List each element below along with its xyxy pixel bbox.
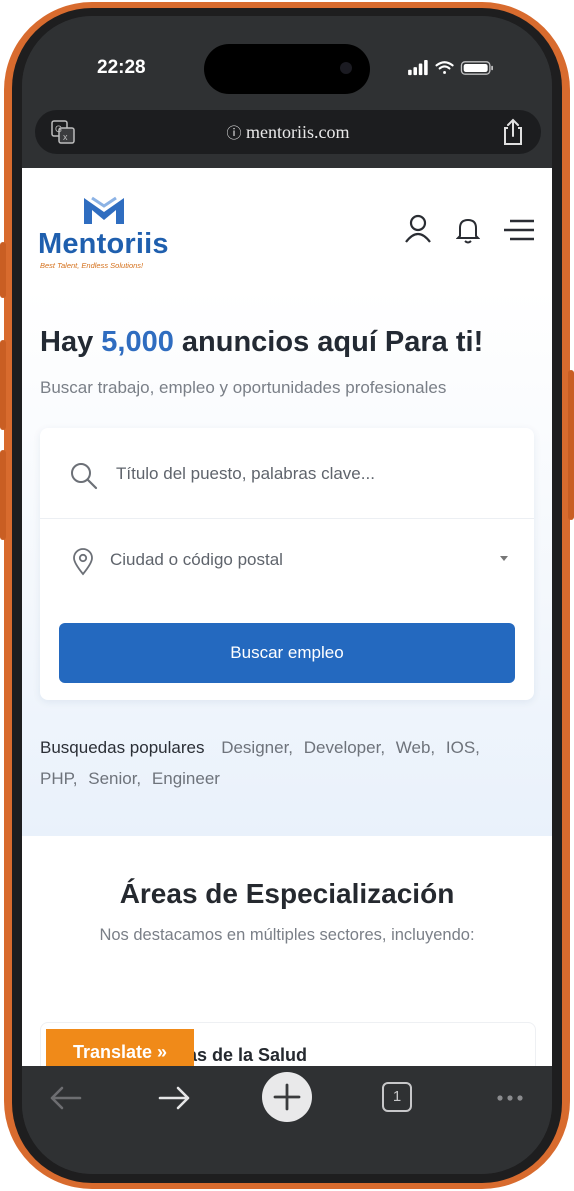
popular-tag[interactable]: IOS, xyxy=(446,738,480,757)
camera-icon xyxy=(340,62,352,74)
forward-arrow-icon[interactable] xyxy=(158,1086,192,1110)
bell-icon[interactable] xyxy=(456,216,480,244)
translate-button[interactable]: Translate » xyxy=(46,1029,194,1066)
url-text[interactable]: ⓘ mentoriis.com xyxy=(35,122,541,143)
hero-subtitle: Buscar trabajo, empleo y oportunidades p… xyxy=(40,378,447,397)
hero-title: Hay 5,000 anuncios aquí Para ti! xyxy=(40,326,483,359)
popular-searches: Busquedas populares Designer, Developer,… xyxy=(40,732,532,794)
plus-icon xyxy=(273,1083,301,1111)
signal-icon xyxy=(408,60,428,76)
status-icons xyxy=(408,60,493,76)
power-button xyxy=(568,370,574,520)
volume-up-button xyxy=(0,340,6,430)
popular-searches-label: Busquedas populares xyxy=(40,738,205,757)
specialization-card-title: as de la Salud xyxy=(187,1045,308,1065)
share-icon[interactable] xyxy=(501,118,525,146)
popular-tag[interactable]: Web, xyxy=(396,738,435,757)
new-tab-button[interactable] xyxy=(262,1072,312,1122)
menu-icon[interactable] xyxy=(504,218,536,242)
popular-tag[interactable]: Senior, xyxy=(88,769,141,788)
battery-icon xyxy=(460,61,493,75)
screen: 22:28 G x ⓘ mentoriis.com Mentoriis Best… xyxy=(22,16,552,1174)
user-icon[interactable] xyxy=(404,214,432,244)
address-bar[interactable]: G x ⓘ mentoriis.com xyxy=(35,110,541,154)
search-jobs-button[interactable]: Buscar empleo xyxy=(59,623,515,683)
popular-tag[interactable]: Developer, xyxy=(304,738,385,757)
keyword-placeholder: Título del puesto, palabras clave... xyxy=(116,464,375,483)
location-select[interactable]: Ciudad o código postal xyxy=(40,518,534,604)
areas-title: Áreas de Especialización xyxy=(119,878,455,909)
job-search-form: Título del puesto, palabras clave... Ciu… xyxy=(40,428,534,700)
browser-toolbar: 1 xyxy=(22,1066,552,1174)
hero-title-suffix: anuncios aquí Para ti! xyxy=(173,326,484,358)
url-label: mentoriis.com xyxy=(246,122,350,142)
web-content: Mentoriis Best Talent, Endless Solutions… xyxy=(22,168,552,1066)
search-icon xyxy=(71,463,98,490)
more-options-icon[interactable] xyxy=(496,1094,524,1102)
site-header: Mentoriis Best Talent, Endless Solutions… xyxy=(22,168,552,288)
chevron-down-icon xyxy=(500,556,508,561)
status-bar: 22:28 xyxy=(22,16,552,108)
status-time: 22:28 xyxy=(97,57,146,78)
location-value: Ciudad o código postal xyxy=(110,550,283,569)
back-arrow-icon[interactable] xyxy=(48,1086,82,1110)
info-icon: ⓘ xyxy=(226,126,242,142)
tab-count-button[interactable]: 1 xyxy=(382,1082,412,1112)
phone-body: 22:28 G x ⓘ mentoriis.com Mentoriis Best… xyxy=(12,8,562,1183)
volume-down-button xyxy=(0,450,6,540)
popular-tag[interactable]: PHP, xyxy=(40,769,78,788)
mentoriis-logo-icon[interactable] xyxy=(38,194,138,230)
popular-tag[interactable]: Designer, xyxy=(221,738,293,757)
side-button xyxy=(0,242,6,298)
brand-tagline: Best Talent, Endless Solutions! xyxy=(40,261,144,270)
hero-section: Hay 5,000 anuncios aquí Para ti! Buscar … xyxy=(22,288,552,836)
hero-title-prefix: Hay xyxy=(40,326,102,358)
brand-name: Mentoriis xyxy=(38,228,169,260)
keyword-field[interactable]: Título del puesto, palabras clave... xyxy=(40,428,534,519)
dynamic-island xyxy=(204,44,370,94)
popular-tag[interactable]: Engineer xyxy=(152,769,220,788)
location-pin-icon xyxy=(73,548,93,576)
areas-subtitle: Nos destacamos en múltiples sectores, in… xyxy=(99,926,475,944)
wifi-icon xyxy=(435,61,454,74)
listing-count: 5,000 xyxy=(101,326,174,358)
